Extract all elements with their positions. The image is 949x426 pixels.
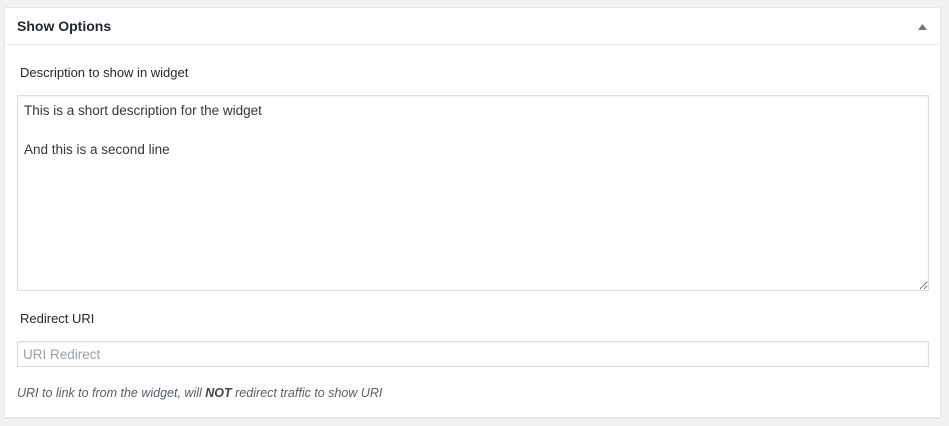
show-options-panel: Show Options Description to show in widg… [4,7,941,418]
redirect-uri-label: Redirect URI [20,311,95,326]
help-text-part-2: redirect traffic to show URI [231,386,383,400]
description-label: Description to show in widget [20,65,189,80]
help-text-emphasis: NOT [205,386,232,400]
help-text-part-1: URI to link to from the widget, will [17,386,206,400]
redirect-help-text: URI to link to from the widget, will NOT… [17,385,382,401]
collapse-toggle-button[interactable] [912,17,932,37]
panel-header[interactable]: Show Options [5,8,940,45]
description-textarea[interactable] [17,95,929,291]
panel-title: Show Options [17,18,112,34]
triangle-up-icon [917,24,927,30]
redirect-uri-input[interactable] [17,341,929,367]
